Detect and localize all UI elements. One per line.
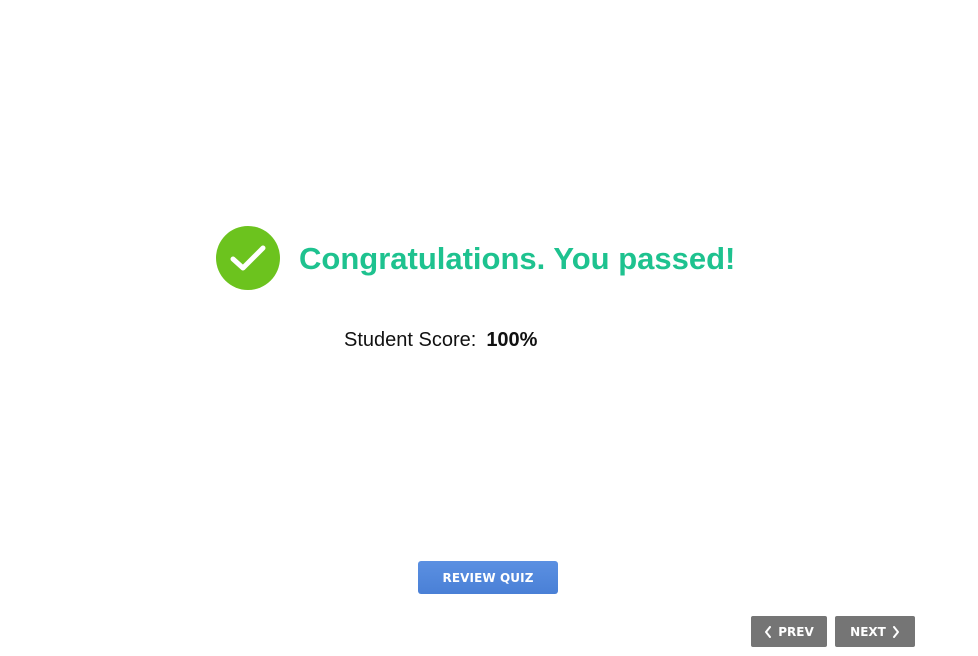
result-banner: Congratulations. You passed! xyxy=(216,226,735,290)
prev-button[interactable]: PREV xyxy=(751,616,827,647)
result-headline: Congratulations. You passed! xyxy=(299,240,736,276)
chevron-left-icon xyxy=(764,625,772,638)
score-value: 100% xyxy=(486,329,538,351)
quiz-result-page: Congratulations. You passed! Student Sco… xyxy=(0,0,978,656)
score-line: Student Score: 100% xyxy=(344,328,537,352)
checkmark-icon xyxy=(230,245,266,271)
review-quiz-button[interactable]: REVIEW QUIZ xyxy=(418,561,558,594)
check-circle-icon xyxy=(216,226,280,290)
chevron-right-icon xyxy=(892,625,900,638)
next-button[interactable]: NEXT xyxy=(835,616,915,647)
score-label: Student Score: xyxy=(344,329,477,351)
prev-label: PREV xyxy=(778,624,814,639)
next-label: NEXT xyxy=(850,624,886,639)
